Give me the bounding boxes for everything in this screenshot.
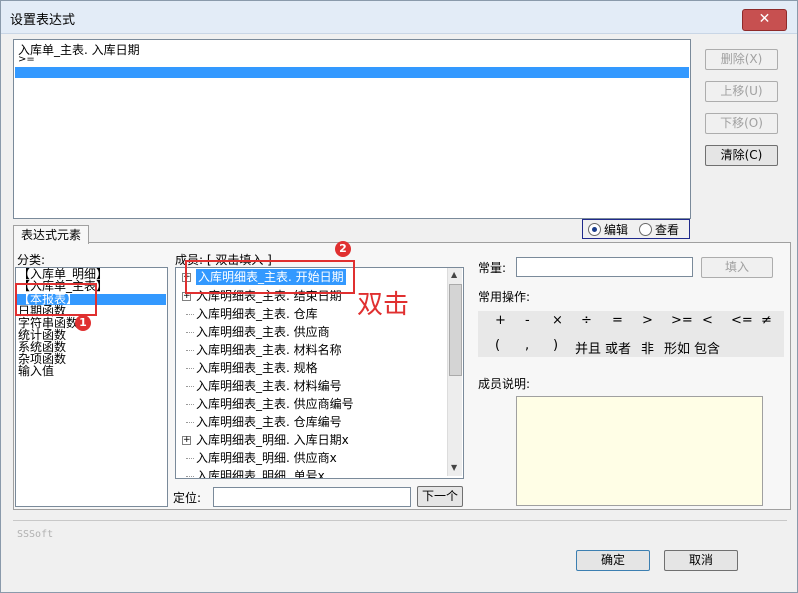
edit-radio[interactable] — [588, 223, 601, 236]
op-greater-button[interactable]: > — [642, 313, 653, 328]
tree-item[interactable]: 入库明细表_主表. 仓库 — [196, 306, 318, 322]
ok-button[interactable]: 确定 — [576, 550, 650, 571]
annotation-badge-1: 1 — [75, 315, 91, 331]
op-like-button[interactable]: 形如 — [664, 338, 690, 357]
move-down-button[interactable]: 下移(O) — [705, 113, 778, 134]
member-desc-box — [516, 396, 763, 506]
annotation-double-click: 双击 — [357, 290, 410, 320]
expression-dialog: 设置表达式 ✕ 入库单_主表. 入库日期 >= 删除(X) 上移(U) 下移(O… — [0, 0, 798, 593]
tree-connector — [186, 332, 194, 333]
constant-label: 常量: — [478, 261, 507, 275]
tree-item[interactable]: 入库明细表_主表. 供应商 — [196, 324, 330, 340]
op-multiply-button[interactable]: × — [552, 313, 563, 328]
cancel-button[interactable]: 取消 — [664, 550, 738, 571]
dialog-title: 设置表达式 — [10, 13, 76, 28]
scrollbar-thumb[interactable] — [449, 284, 462, 376]
tree-connector — [186, 368, 194, 369]
op-comma-button[interactable]: , — [525, 338, 529, 353]
op-and-button[interactable]: 并且 — [575, 338, 601, 357]
locate-label: 定位: — [173, 491, 202, 505]
expression-editor[interactable]: 入库单_主表. 入库日期 >= — [13, 39, 691, 219]
delete-button[interactable]: 删除(X) — [705, 49, 778, 70]
annotation-box-2 — [185, 260, 355, 294]
op-lparen-button[interactable]: ( — [495, 338, 500, 353]
op-greater-equal-button[interactable]: >= — [671, 313, 693, 328]
view-radio[interactable] — [639, 223, 652, 236]
tree-connector — [186, 386, 194, 387]
expression-selected-line[interactable] — [15, 67, 689, 78]
tree-connector — [186, 350, 194, 351]
tree-item[interactable]: 入库明细表_明细. 供应商x — [196, 450, 337, 466]
fill-button[interactable]: 填入 — [701, 257, 773, 278]
op-contains-button[interactable]: 包含 — [694, 338, 720, 357]
op-not-equal-button[interactable]: ≠ — [761, 313, 772, 328]
tree-connector — [186, 422, 194, 423]
view-radio-label: 查看 — [655, 223, 680, 237]
expression-line[interactable]: >= — [18, 54, 35, 65]
op-equal-button[interactable]: = — [612, 313, 623, 328]
annotation-badge-2: 2 — [335, 241, 351, 257]
tree-connector — [186, 404, 194, 405]
list-item[interactable]: 输入值 — [18, 365, 54, 377]
annotation-box-1 — [15, 283, 97, 316]
common-ops-label: 常用操作: — [478, 290, 531, 304]
op-rparen-button[interactable]: ) — [553, 338, 558, 353]
member-desc-label: 成员说明: — [478, 377, 531, 391]
tree-item[interactable]: 入库明细表_主表. 材料编号 — [196, 378, 342, 394]
expand-icon[interactable]: + — [182, 436, 191, 445]
expression-line[interactable]: 入库单_主表. 入库日期 — [18, 41, 140, 58]
tree-item[interactable]: 入库明细表_明细. 入库日期x — [196, 432, 349, 448]
category-label: 分类: — [17, 253, 46, 267]
title-bar: 设置表达式 ✕ — [1, 1, 797, 34]
scroll-down-icon[interactable]: ▼ — [451, 463, 457, 472]
tree-connector — [186, 458, 194, 459]
tree-connector — [186, 476, 194, 477]
locate-input[interactable] — [213, 487, 411, 507]
tab-expression-elements[interactable]: 表达式元素 — [13, 225, 89, 244]
clear-button[interactable]: 清除(C) — [705, 145, 778, 166]
op-or-button[interactable]: 或者 — [605, 338, 631, 357]
member-tree[interactable]: + 入库明细表_主表. 开始日期 + 入库明细表_主表. 结束日期 入库明细表_… — [175, 267, 464, 479]
scroll-up-icon[interactable]: ▲ — [451, 270, 457, 279]
mode-selector: 编辑 查看 — [582, 219, 690, 239]
op-not-button[interactable]: 非 — [641, 338, 654, 357]
op-less-button[interactable]: < — [702, 313, 713, 328]
tree-connector — [186, 314, 194, 315]
brand-label: SSSoft — [17, 529, 54, 540]
edit-radio-label: 编辑 — [604, 223, 629, 237]
constant-input[interactable] — [516, 257, 693, 277]
next-button[interactable]: 下一个 — [417, 486, 463, 507]
tree-item[interactable]: 入库明细表_主表. 规格 — [196, 360, 318, 376]
op-divide-button[interactable]: ÷ — [581, 313, 592, 328]
member-scrollbar[interactable]: ▲ ▼ — [447, 268, 462, 476]
move-up-button[interactable]: 上移(U) — [705, 81, 778, 102]
op-minus-button[interactable]: - — [525, 313, 530, 328]
tree-item[interactable]: 入库明细表_明细. 单号x — [196, 468, 325, 478]
close-icon[interactable]: ✕ — [742, 9, 787, 31]
tree-item[interactable]: 入库明细表_主表. 仓库编号 — [196, 414, 342, 430]
operator-bar: + - × ÷ = > >= < <= ≠ ( , ) 并且 或者 非 形如 包… — [478, 311, 784, 357]
op-plus-button[interactable]: + — [495, 313, 506, 328]
tree-item[interactable]: 入库明细表_主表. 材料名称 — [196, 342, 342, 358]
footer-divider — [13, 520, 787, 521]
op-less-equal-button[interactable]: <= — [731, 313, 753, 328]
tree-item[interactable]: 入库明细表_主表. 供应商编号 — [196, 396, 354, 412]
